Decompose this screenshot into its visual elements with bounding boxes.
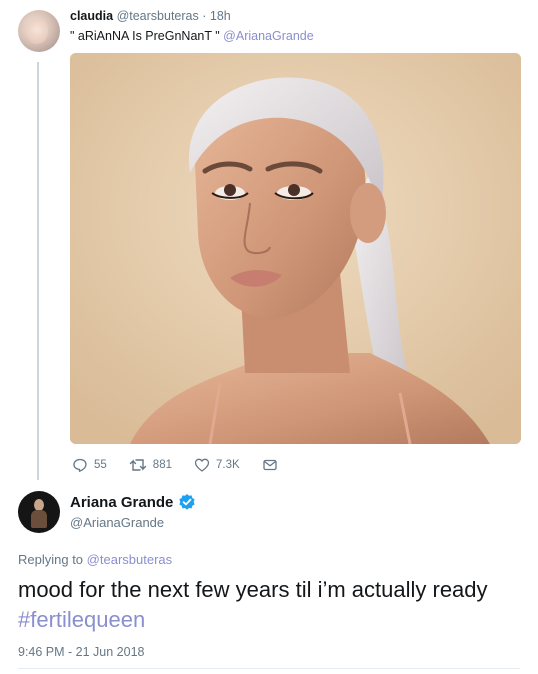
mention-link[interactable]: @ArianaGrande bbox=[223, 29, 314, 43]
reply-button[interactable]: 55 bbox=[72, 457, 107, 473]
reply-count: 55 bbox=[94, 459, 107, 471]
like-icon bbox=[194, 458, 210, 472]
replying-to-label: Replying to bbox=[18, 552, 84, 567]
reply-author-handle[interactable]: @ArianaGrande bbox=[70, 515, 164, 530]
replying-to-line: Replying to @tearsbuteras bbox=[18, 552, 172, 567]
divider bbox=[18, 668, 520, 669]
header-separator: · bbox=[202, 9, 207, 23]
avatar[interactable] bbox=[18, 10, 60, 52]
reply-author-name[interactable]: Ariana Grande bbox=[70, 494, 173, 511]
retweet-icon bbox=[129, 459, 146, 471]
verified-badge-icon bbox=[179, 494, 195, 510]
direct-message-button[interactable] bbox=[262, 457, 284, 473]
reply-icon bbox=[73, 458, 87, 472]
reply-tweet-body: mood for the next few years til i’m actu… bbox=[18, 577, 488, 602]
retweet-button[interactable]: 881 bbox=[129, 457, 172, 473]
original-author-name[interactable]: claudia bbox=[70, 9, 113, 23]
tweet-timestamp[interactable]: 9:46 PM - 21 Jun 2018 bbox=[18, 645, 144, 659]
reply-author-name-row: Ariana Grande bbox=[70, 493, 196, 511]
original-tweet-text: " aRiAnNA Is PreGnNanT " @ArianaGrande bbox=[70, 29, 314, 43]
avatar[interactable] bbox=[18, 491, 60, 533]
thread-connector-line bbox=[37, 62, 39, 480]
tweet-photo[interactable] bbox=[70, 53, 521, 444]
original-author-handle[interactable]: @tearsbuteras bbox=[117, 9, 199, 23]
hashtag-link[interactable]: #fertilequeen bbox=[18, 607, 145, 632]
tweet-actions: 55 881 7.3K bbox=[72, 456, 306, 474]
message-icon bbox=[263, 459, 277, 471]
retweet-count: 881 bbox=[152, 459, 172, 471]
original-tweet-header: claudia @tearsbuteras · 18h bbox=[70, 9, 231, 23]
original-tweet-body: " aRiAnNA Is PreGnNanT " bbox=[70, 29, 220, 43]
like-count: 7.3K bbox=[215, 459, 240, 471]
original-tweet-time[interactable]: 18h bbox=[210, 9, 231, 23]
replying-to-link[interactable]: @tearsbuteras bbox=[87, 552, 172, 567]
like-button[interactable]: 7.3K bbox=[194, 457, 240, 473]
reply-tweet-text: mood for the next few years til i’m actu… bbox=[18, 575, 518, 635]
